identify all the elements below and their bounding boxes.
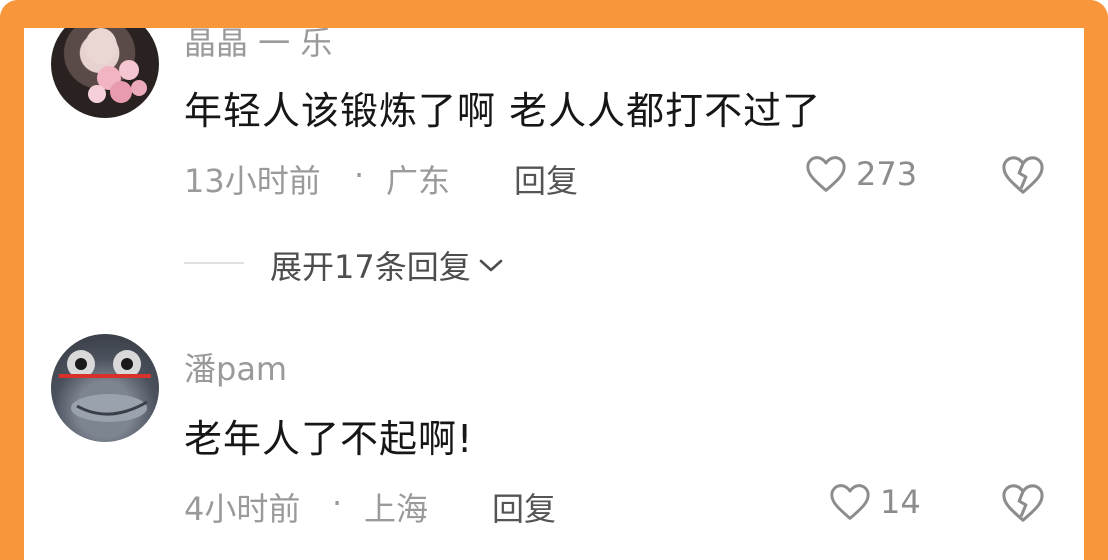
avatar[interactable] — [51, 334, 159, 442]
meta-dot: · — [332, 484, 343, 522]
dislike-button[interactable] — [1000, 154, 1046, 200]
like-count: 273 — [856, 155, 918, 193]
heart-icon — [830, 484, 870, 520]
heart-icon — [806, 156, 846, 192]
reply-button[interactable]: 回复 — [492, 484, 556, 530]
broken-heart-icon — [1002, 484, 1044, 522]
expand-replies-button[interactable]: 展开17条回复 — [270, 242, 505, 288]
comment-text: 年轻人该锻炼了啊 老人人都打不过了 — [184, 89, 822, 133]
chevron-down-icon — [479, 259, 503, 272]
expand-divider — [184, 262, 244, 264]
avatar-flowers — [85, 28, 147, 103]
avatar[interactable] — [51, 28, 159, 118]
like-button[interactable]: 14 — [828, 482, 921, 522]
location: 上海 — [364, 490, 429, 528]
username[interactable]: 晶晶 一 乐 — [184, 28, 332, 64]
comment-text: 老年人了不起啊! — [184, 417, 474, 461]
expand-replies-label: 展开17条回复 — [270, 248, 471, 286]
timestamp: 13小时前 — [184, 162, 321, 200]
avatar-cartoon — [59, 350, 151, 422]
like-button[interactable]: 273 — [804, 154, 917, 194]
username[interactable]: 潘pam — [184, 344, 287, 390]
dislike-button[interactable] — [1000, 482, 1046, 528]
comment-list: 晶晶 一 乐 年轻人该锻炼了啊 老人人都打不过了 13小时前 · 广东 回复 2… — [24, 28, 1084, 560]
broken-heart-icon — [1002, 156, 1044, 194]
meta-dot: · — [354, 156, 365, 194]
reply-button[interactable]: 回复 — [514, 156, 578, 202]
timestamp: 4小时前 — [184, 490, 301, 528]
location: 广东 — [386, 162, 451, 200]
like-count: 14 — [880, 483, 921, 521]
